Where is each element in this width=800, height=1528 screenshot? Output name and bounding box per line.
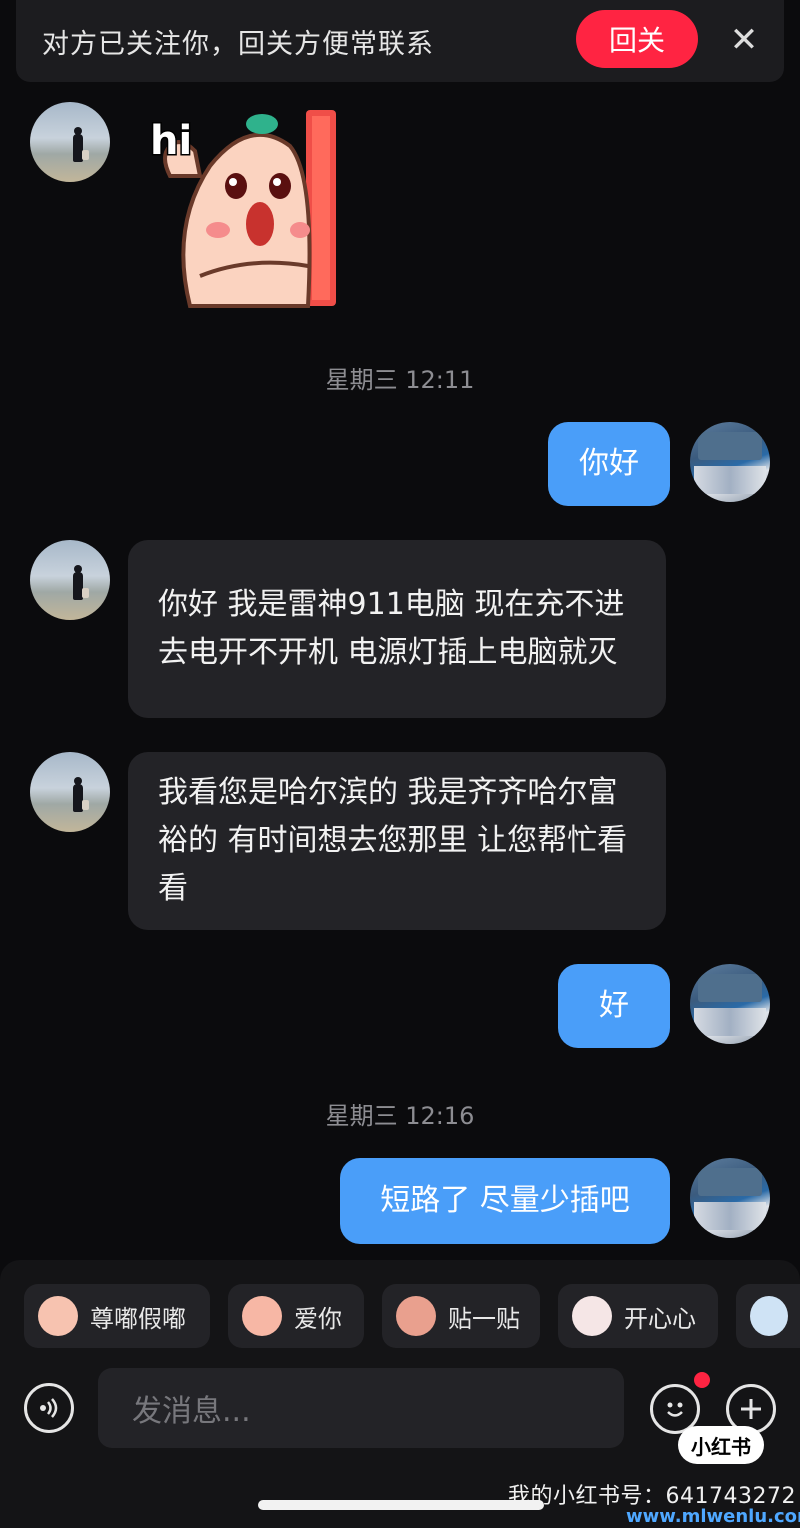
message-bubble-self[interactable]: 你好	[548, 422, 670, 506]
quick-reply-chip[interactable]: 爱你	[228, 1284, 364, 1348]
timestamp: 星期三 12:16	[325, 1102, 475, 1130]
notification-dot	[694, 1372, 710, 1388]
quick-reply-chip[interactable]: 尊嘟假嘟	[24, 1284, 210, 1348]
quick-reply-chip[interactable]: 贴一贴	[382, 1284, 540, 1348]
avatar-other[interactable]	[30, 752, 110, 832]
message-bubble-other[interactable]: 你好 我是雷神911电脑 现在充不进去电开不开机 电源灯插上电脑就灭	[128, 540, 666, 718]
message-bubble-self[interactable]: 好	[558, 964, 670, 1048]
quick-reply-label: 贴一贴	[448, 1304, 520, 1333]
quick-reply-label: 尊嘟假嘟	[90, 1304, 186, 1333]
close-icon[interactable]: ✕	[722, 18, 766, 62]
avatar-other[interactable]	[30, 102, 110, 182]
timestamp: 星期三 12:11	[325, 366, 475, 394]
sticker-face-icon	[396, 1296, 436, 1336]
sticker-face-icon	[750, 1296, 788, 1336]
follow-back-button[interactable]: 回关	[576, 10, 698, 68]
xiaohongshu-logo: 小红书	[678, 1426, 764, 1464]
follow-banner-text: 对方已关注你，回关方便常联系	[42, 29, 434, 60]
sticker-face-icon	[38, 1296, 78, 1336]
quick-reply-label: 爱你	[294, 1304, 342, 1333]
avatar-self[interactable]	[690, 422, 770, 502]
hi-sticker[interactable]: hi	[140, 106, 340, 310]
avatar-self[interactable]	[690, 964, 770, 1044]
avatar-other[interactable]	[30, 540, 110, 620]
sticker-face-icon	[572, 1296, 612, 1336]
sticker-face-icon	[242, 1296, 282, 1336]
avatar-self[interactable]	[690, 1158, 770, 1238]
message-input[interactable]: 发消息...	[98, 1368, 624, 1448]
message-bubble-other[interactable]: 我看您是哈尔滨的 我是齐齐哈尔富裕的 有时间想去您那里 让您帮忙看看	[128, 752, 666, 930]
quick-reply-chip[interactable]	[736, 1284, 800, 1348]
quick-reply-chip[interactable]: 开心心	[558, 1284, 718, 1348]
follow-banner: 对方已关注你，回关方便常联系 回关 ✕	[16, 0, 784, 82]
watermark-text: www.mlwenlu.com	[626, 1506, 800, 1527]
quick-reply-label: 开心心	[624, 1304, 696, 1333]
sticker-label: hi	[150, 118, 192, 164]
message-bubble-self[interactable]: 短路了 尽量少插吧	[340, 1158, 670, 1244]
voice-icon[interactable]	[24, 1383, 74, 1433]
home-indicator[interactable]	[258, 1500, 544, 1510]
